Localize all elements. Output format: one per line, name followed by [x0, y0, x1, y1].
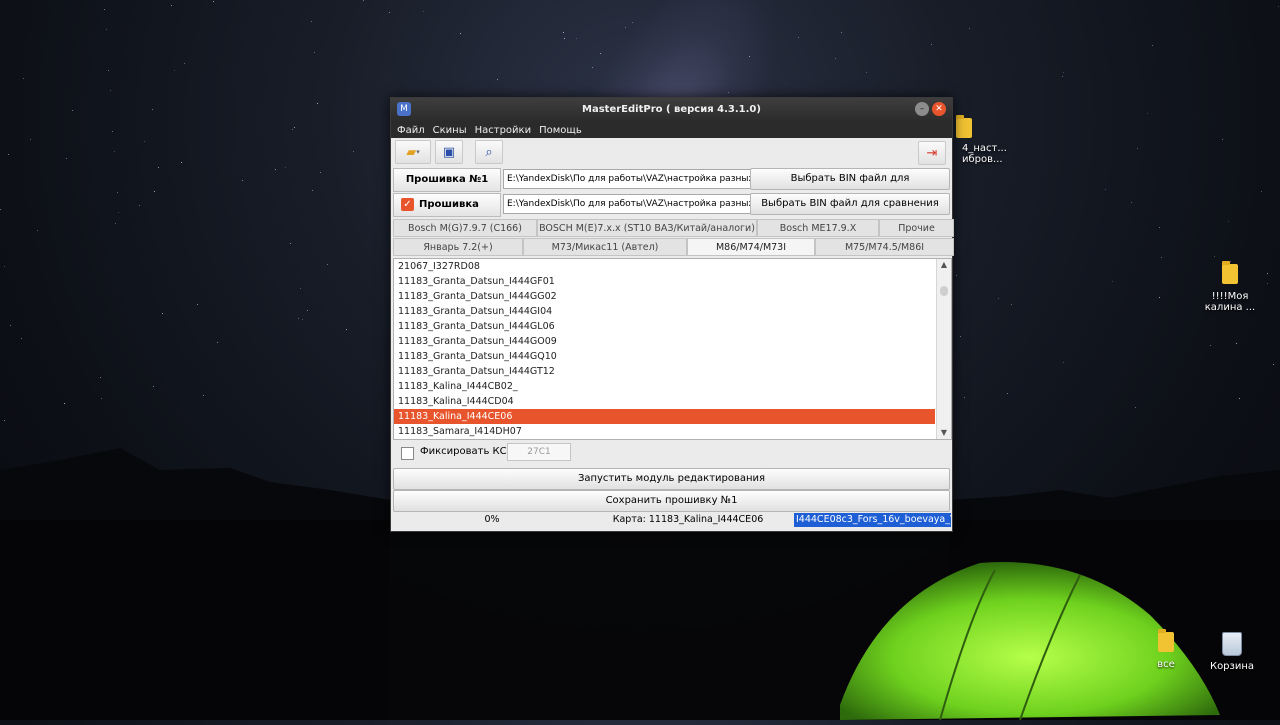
folder-icon — [956, 115, 972, 138]
toolbar: ▰ ▾ ▣ ⌕ ⇥ — [391, 138, 952, 166]
save-button[interactable]: ▣ — [435, 140, 463, 164]
search-button[interactable]: ⌕ — [475, 140, 503, 164]
folder-icon — [1158, 629, 1174, 652]
select-bin-edit-button[interactable]: Выбрать BIN файл для редактирования — [750, 168, 950, 204]
open-folder-button[interactable]: ▰ ▾ — [395, 140, 431, 164]
scroll-down-icon[interactable]: ▼ — [937, 427, 951, 439]
status-bar: 0% Карта: 11183_Kalina_I444CE06 I444CE08… — [393, 512, 951, 529]
folder-shortcut-icon — [1222, 261, 1238, 284]
status-file[interactable]: I444CE08c3_Fors_16v_boevaya_V4 — [794, 513, 951, 527]
menu-bar: Файл Скины Настройки Помощь — [391, 122, 952, 138]
firmware1-label[interactable]: Прошивка №1 — [393, 168, 501, 192]
firmware2-row: ✓ Прошивка №2 E:\YandexDisk\По для работ… — [393, 193, 950, 232]
masteredit-window: M MasterEditPro ( версия 4.3.1.0) – ✕ Фа… — [390, 97, 954, 532]
tab-m75-m745-m86i[interactable]: M75/M74.5/M86I — [815, 238, 954, 256]
magnifier-icon: ⌕ — [485, 144, 493, 160]
menu-file[interactable]: Файл — [397, 125, 425, 136]
exit-door-icon: ⇥ — [926, 145, 938, 161]
tab-bosch-mg797[interactable]: Bosch M(G)7.9.7 (C166) — [393, 219, 537, 237]
list-item[interactable]: 11183_Granta_Datsun_I444GF01 — [394, 274, 935, 289]
save-firmware1-button[interactable]: Сохранить прошивку №1 — [393, 490, 950, 512]
list-item[interactable]: 11183_Kalina_I444CB02_ — [394, 379, 935, 394]
tab-bosch-me7[interactable]: BOSCH M(E)7.x.x (ST10 ВАЗ/Китай/аналоги) — [537, 219, 757, 237]
menu-settings[interactable]: Настройки — [475, 125, 531, 136]
list-item[interactable]: 11183_Granta_Datsun_I444GL06 — [394, 319, 935, 334]
tab-m86-m74-m73i[interactable]: M86/M74/M73I — [687, 238, 815, 256]
exit-button[interactable]: ⇥ — [918, 141, 946, 165]
list-item[interactable]: 21067_I327RD08 — [394, 259, 935, 274]
firmware1-row: Прошивка №1 E:\YandexDisk\По для работы\… — [393, 168, 950, 204]
select-bin-compare-button[interactable]: Выбрать BIN файл для сравнения — [750, 193, 950, 215]
list-item[interactable]: 11183_Granta_Datsun_I444GQ10 — [394, 349, 935, 364]
tab-m73-mikas11[interactable]: M73/Микас11 (Автел) — [523, 238, 687, 256]
firmware-list[interactable]: 21067_I327RD08 11183_Granta_Datsun_I444GF… — [393, 258, 952, 440]
floppy-disk-icon: ▣ — [442, 144, 456, 160]
status-map: Карта: 11183_Kalina_I444CE06 — [612, 514, 764, 525]
tab-other[interactable]: Прочие — [879, 219, 954, 237]
ecu-tabs-row2: Январь 7.2(+) M73/Микас11 (Автел) M86/M7… — [393, 238, 954, 256]
list-item[interactable]: 11183_Samara_I414DH07 — [394, 424, 935, 439]
menu-skins[interactable]: Скины — [433, 125, 467, 136]
fix-checksum-row: Фиксировать КС 27C1 — [393, 442, 950, 464]
ecu-tabs-row1: Bosch M(G)7.9.7 (C166) BOSCH M(E)7.x.x (… — [393, 219, 954, 237]
fix-checksum-label: Фиксировать КС — [420, 446, 507, 457]
minimize-button[interactable]: – — [915, 102, 929, 116]
tab-bosch-me179[interactable]: Bosch ME17.9.X — [757, 219, 879, 237]
chevron-down-icon: ▾ — [416, 148, 420, 156]
list-items: 21067_I327RD08 11183_Granta_Datsun_I444GF… — [394, 259, 935, 439]
desktop-icon-label: !!!!Моя калина ... — [1204, 291, 1256, 313]
tab-january72[interactable]: Январь 7.2(+) — [393, 238, 523, 256]
firmware2-checkbox[interactable]: ✓ — [401, 198, 414, 211]
list-item[interactable]: 11183_Kalina_I444CD04 — [394, 394, 935, 409]
firmware2-label-box[interactable]: ✓ Прошивка №2 — [393, 193, 501, 232]
scroll-up-icon[interactable]: ▲ — [937, 259, 951, 271]
list-item[interactable]: 11183_Granta_Datsun_I444GO09 — [394, 334, 935, 349]
firmware2-path-field[interactable]: E:\YandexDisk\По для работы\VAZ\настройк… — [503, 194, 751, 214]
desktop-icon-label: 4_наст... ибров... — [962, 143, 1007, 165]
firmware1-path-field[interactable]: E:\YandexDisk\По для работы\VAZ\настройк… — [503, 169, 751, 189]
recycle-bin-icon — [1222, 632, 1242, 656]
checksum-field[interactable]: 27C1 — [507, 443, 571, 461]
menu-help[interactable]: Помощь — [539, 125, 582, 136]
desktop-recycle-bin[interactable]: Корзина — [1200, 632, 1264, 672]
desktop-folder-icon-2[interactable]: !!!!Моя калина ... — [1198, 261, 1262, 313]
title-bar[interactable]: M MasterEditPro ( версия 4.3.1.0) – ✕ — [391, 98, 952, 122]
list-scrollbar[interactable]: ▲ ▼ — [936, 259, 951, 439]
run-edit-module-button[interactable]: Запустить модуль редактирования — [393, 468, 950, 490]
desktop-folder-icon-3[interactable]: все — [1134, 629, 1198, 670]
close-button[interactable]: ✕ — [932, 102, 946, 116]
desktop-icon-label: Корзина — [1209, 661, 1255, 672]
list-item[interactable]: 11183_Granta_Datsun_I444GG02 — [394, 289, 935, 304]
list-item[interactable]: 11183_Granta_Datsun_I444GT12 — [394, 364, 935, 379]
fix-checksum-checkbox[interactable] — [401, 447, 414, 460]
scroll-thumb[interactable] — [940, 286, 948, 296]
desktop-icon-label: все — [1157, 659, 1175, 670]
status-progress: 0% — [484, 514, 500, 525]
window-title: MasterEditPro ( версия 4.3.1.0) — [582, 104, 761, 115]
list-item[interactable]: 11183_Granta_Datsun_I444GI04 — [394, 304, 935, 319]
list-item[interactable]: 11183_Kalina_I444CE06 — [394, 409, 935, 424]
folder-open-icon: ▰ — [406, 144, 417, 160]
